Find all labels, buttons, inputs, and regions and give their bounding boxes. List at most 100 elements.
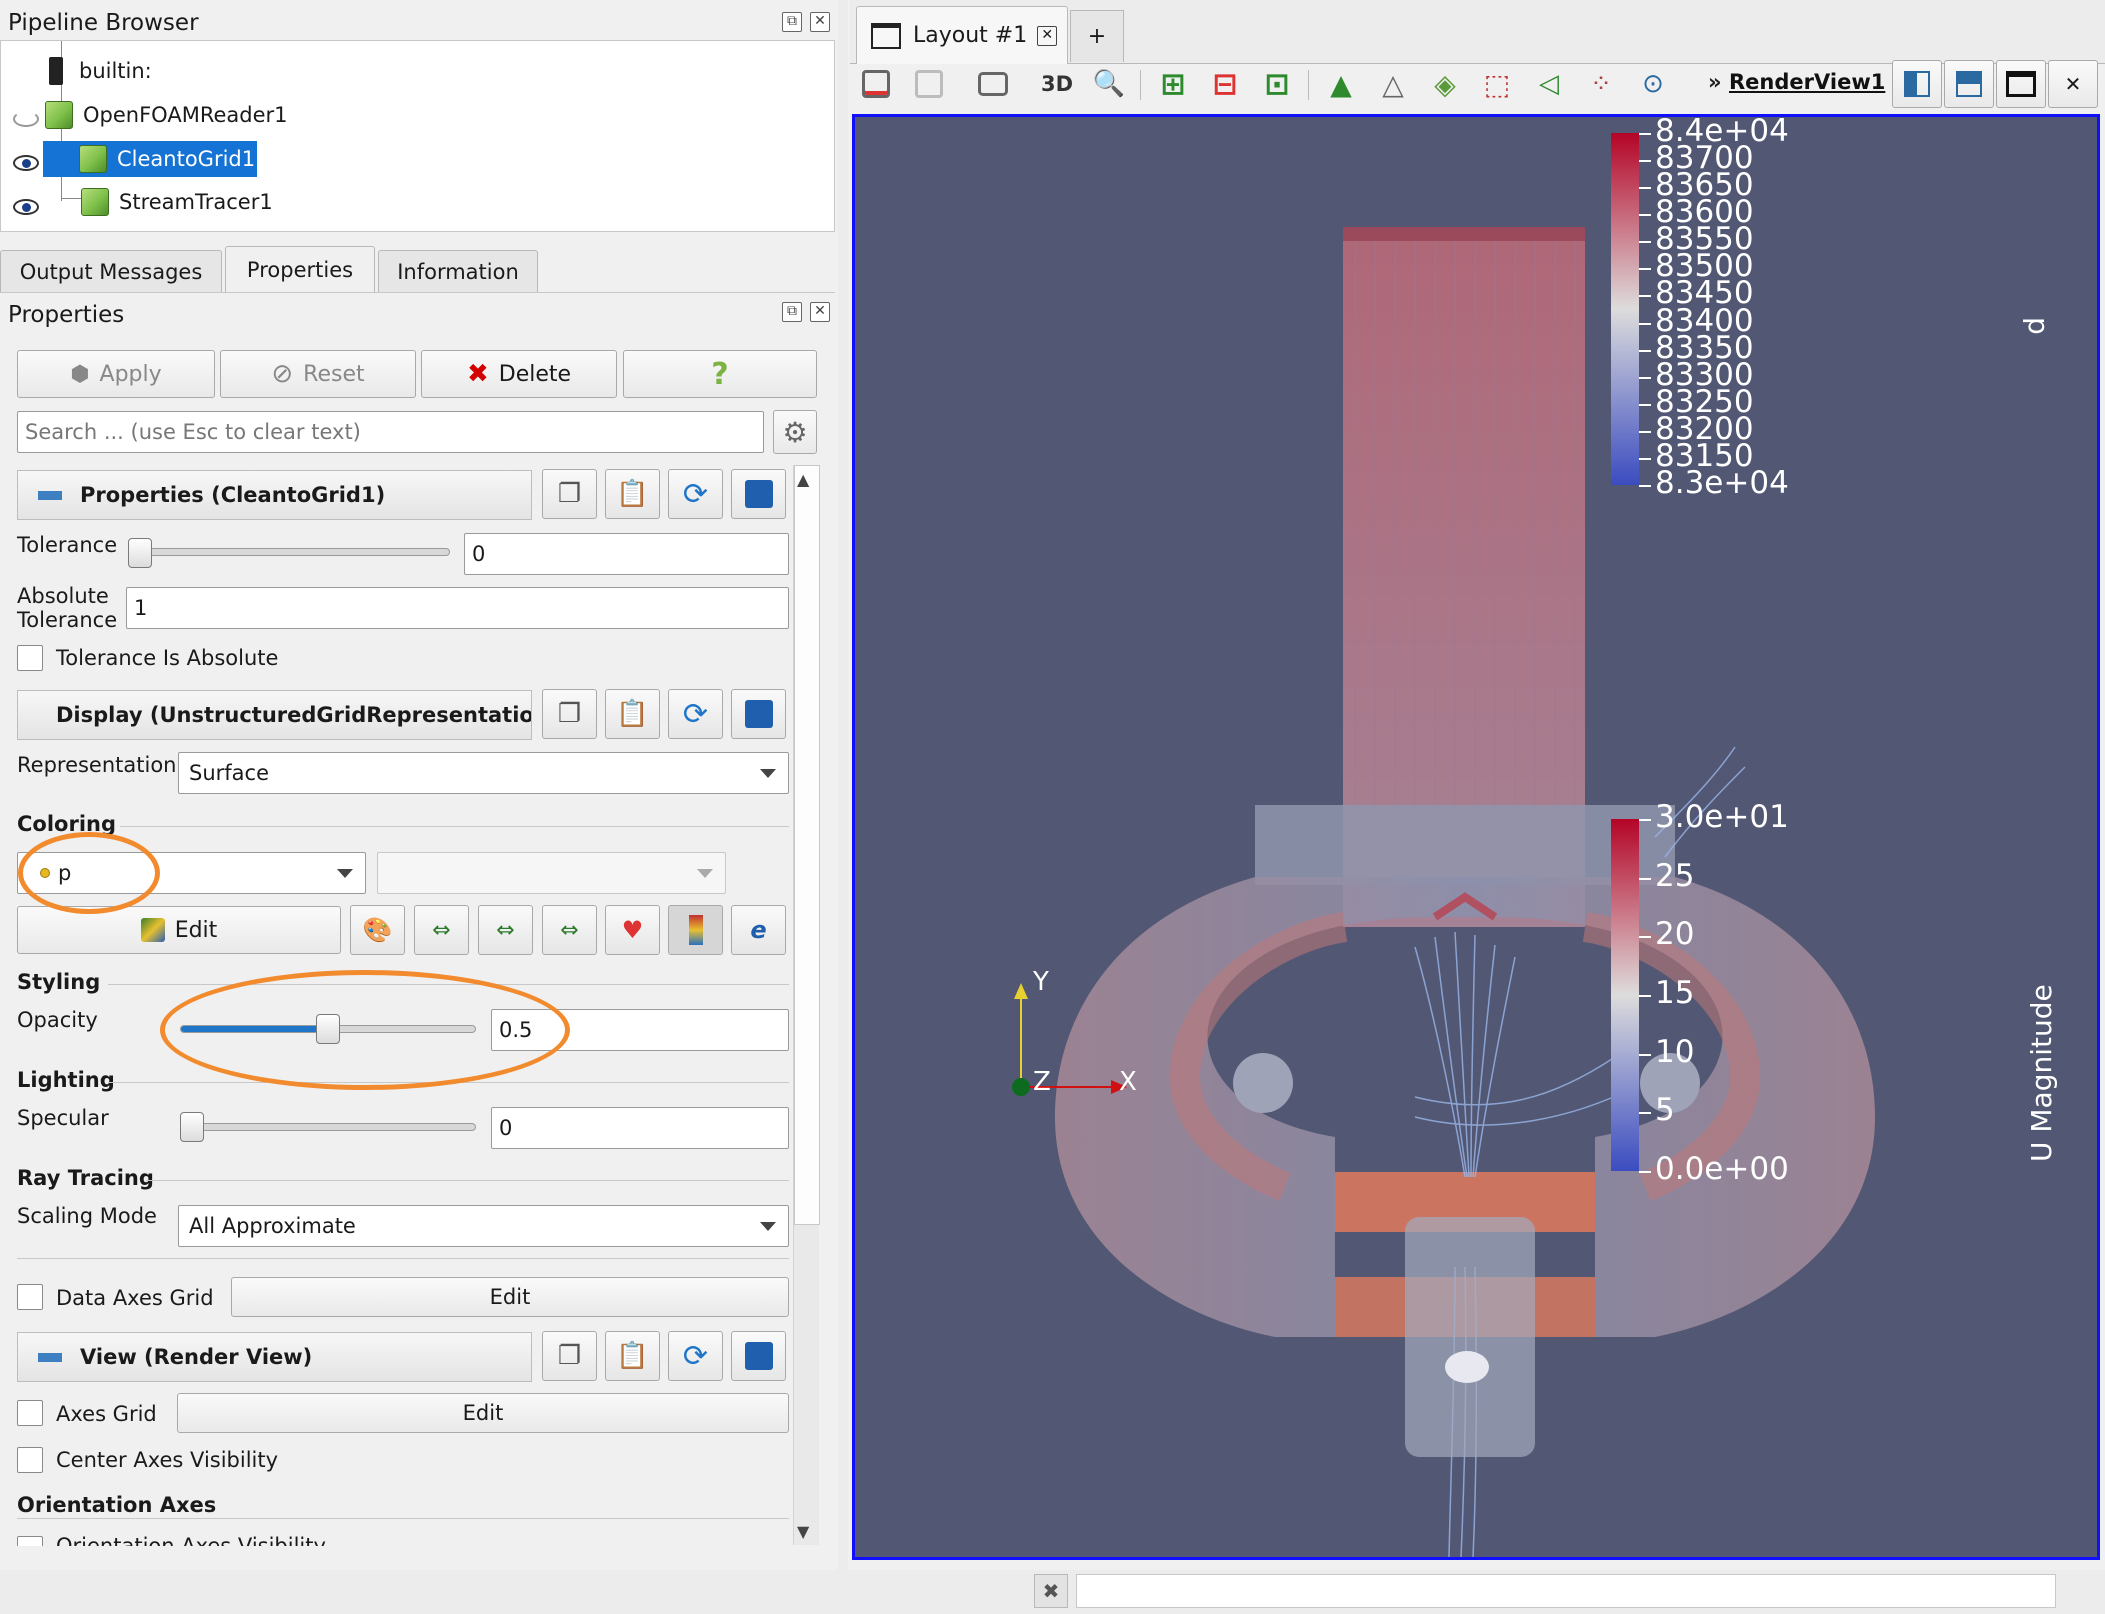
save-icon[interactable] (731, 469, 786, 519)
save-icon[interactable] (731, 1331, 786, 1381)
select-cells-icon[interactable]: ▲ (1322, 64, 1360, 104)
coloring-component-select[interactable] (377, 852, 726, 894)
render-scene[interactable] (855, 117, 2097, 1557)
tree-item-openfoamreader[interactable]: OpenFOAMReader1 (45, 97, 288, 133)
show-color-legend-icon[interactable] (668, 905, 723, 955)
split-horizontal-icon[interactable] (1892, 60, 1942, 108)
tolerance-is-absolute-checkbox[interactable] (17, 645, 43, 671)
rescale-data-range-icon[interactable]: ⇔ (414, 905, 469, 955)
tab-output-messages[interactable]: Output Messages (0, 250, 222, 292)
legend-tick-label: 5 (1655, 1092, 1675, 1129)
tree-item-builtin[interactable]: builtin: (49, 53, 152, 89)
specular-field[interactable]: 0 (491, 1107, 789, 1149)
specular-slider-track[interactable] (180, 1123, 476, 1131)
edit-color-legend-icon[interactable]: e (731, 905, 786, 955)
eye-visible-icon[interactable] (13, 155, 39, 171)
save-icon[interactable] (731, 689, 786, 739)
paste-icon[interactable]: 📋 (605, 689, 660, 739)
scroll-down-icon[interactable]: ▼ (797, 1522, 809, 1541)
data-axes-grid-checkbox[interactable] (17, 1284, 43, 1310)
close-panel-icon[interactable]: ✕ (810, 12, 830, 32)
tab-information[interactable]: Information (378, 250, 538, 292)
split-vertical-icon[interactable] (1944, 60, 1994, 108)
select-points-icon[interactable]: △ (1374, 64, 1412, 104)
scaling-mode-select[interactable]: All Approximate (178, 1205, 789, 1247)
paste-icon[interactable]: 📋 (605, 1331, 660, 1381)
select-frustum-icon[interactable]: ⊡ (1258, 64, 1296, 104)
copy-icon[interactable]: ❐ (542, 469, 597, 519)
tolerance-field[interactable]: 0 (464, 533, 789, 575)
render-view-label[interactable]: RenderView1 (1729, 70, 1885, 94)
zoom-to-box-icon[interactable]: 🔍 (1090, 64, 1128, 104)
interactive-select-icon[interactable]: ⁘ (1582, 64, 1620, 104)
section-view-header[interactable]: View (Render View) (17, 1332, 532, 1382)
close-tab-icon[interactable]: ✕ (1037, 25, 1058, 46)
refresh-icon[interactable]: ⟳ (668, 1331, 723, 1381)
render-view[interactable]: 8.4e+04 83700 83650 83600 83550 83500 83450 834… (852, 114, 2100, 1560)
center-axes-visibility-checkbox[interactable] (17, 1447, 43, 1473)
help-button[interactable]: ? (623, 350, 817, 398)
paste-icon[interactable]: 📋 (605, 469, 660, 519)
tolerance-slider-track[interactable] (130, 548, 450, 556)
raytracing-group-label: Ray Tracing (17, 1166, 154, 1190)
float-panel-icon[interactable]: ⧉ (782, 12, 802, 32)
delete-button[interactable]: ✖ Delete (421, 350, 617, 398)
search-input[interactable]: Search ... (use Esc to clear text) (17, 411, 764, 453)
reset-camera-icon[interactable] (857, 64, 895, 104)
styling-group-label: Styling (17, 970, 101, 994)
select-polygon-icon[interactable]: ◁ (1530, 64, 1568, 104)
tree-item-streamtracer[interactable]: StreamTracer1 (81, 184, 273, 220)
toggle-3d-button[interactable]: 3D (1038, 64, 1076, 104)
maximize-view-icon[interactable] (1996, 60, 2046, 108)
orientation-axes-visibility-checkbox[interactable] (17, 1536, 43, 1546)
section-properties-header[interactable]: Properties (CleantoGrid1) (17, 470, 532, 520)
axes-grid-edit-button[interactable]: Edit (177, 1393, 789, 1433)
eye-visible-icon[interactable] (13, 199, 39, 215)
select-cells-on-icon[interactable]: ⊞ (1154, 64, 1192, 104)
rescale-custom-range-icon[interactable]: ⇔ (478, 905, 533, 955)
refresh-icon[interactable]: ⟳ (668, 469, 723, 519)
float-panel-icon[interactable]: ⧉ (782, 302, 802, 322)
hover-points-icon[interactable]: ⊙ (1634, 64, 1672, 104)
copy-icon[interactable]: ❐ (542, 1331, 597, 1381)
select-points-on-icon[interactable]: ⊟ (1206, 64, 1244, 104)
legend-tick-mark (1639, 160, 1651, 163)
data-axes-grid-edit-button[interactable]: Edit (231, 1277, 789, 1317)
tab-layout-1[interactable]: Layout #1 ✕ (856, 6, 1068, 64)
pipeline-tree[interactable]: builtin: OpenFOAMReader1 CleantoGrid1 St… (0, 40, 835, 232)
reset-camera-closest-icon[interactable] (910, 64, 948, 104)
status-close-icon[interactable]: ✖ (1034, 1574, 1068, 1608)
choose-preset-icon[interactable]: 🎨 (350, 905, 405, 955)
absolute-tolerance-field[interactable]: 1 (126, 587, 789, 629)
tolerance-slider-thumb[interactable] (128, 538, 152, 568)
camera-screenshot-icon[interactable] (974, 64, 1012, 104)
legend-tick-mark (1639, 376, 1651, 379)
select-block-icon[interactable]: ◈ (1426, 64, 1464, 104)
eye-hidden-icon[interactable] (13, 111, 39, 127)
chevron-down-icon (697, 869, 713, 878)
close-panel-icon[interactable]: ✕ (810, 302, 830, 322)
properties-scrollbar[interactable] (793, 465, 820, 1545)
scroll-up-icon[interactable]: ▲ (797, 470, 809, 489)
data-axes-grid-label: Data Axes Grid (56, 1286, 214, 1310)
scrollbar-thumb[interactable] (794, 465, 820, 1225)
tree-item-cleantogrid[interactable]: CleantoGrid1 (43, 141, 257, 177)
add-layout-tab-button[interactable]: + (1070, 10, 1124, 62)
panel-splitter[interactable] (838, 0, 848, 1614)
rescale-temporal-range-icon[interactable]: ⇔ (542, 905, 597, 955)
apply-button[interactable]: ⬢ Apply (17, 350, 215, 398)
edit-colormap-button[interactable]: Edit (17, 906, 341, 954)
favorites-icon[interactable]: ♥ (605, 905, 660, 955)
refresh-icon[interactable]: ⟳ (668, 689, 723, 739)
orientation-axes-visibility-row[interactable]: Orientation Axes Visibility (0, 1532, 790, 1546)
representation-select[interactable]: Surface (178, 752, 789, 794)
specular-slider-thumb[interactable] (180, 1112, 204, 1142)
tab-properties[interactable]: Properties (225, 246, 375, 293)
axes-grid-checkbox[interactable] (17, 1400, 43, 1426)
gear-icon[interactable]: ⚙ (773, 410, 817, 454)
reset-button[interactable]: ⊘ Reset (220, 350, 416, 398)
select-frustum-cells-icon[interactable]: ⬚ (1478, 64, 1516, 104)
close-view-icon[interactable]: ✕ (2048, 60, 2098, 108)
copy-icon[interactable]: ❐ (542, 689, 597, 739)
section-display-header[interactable]: Display (UnstructuredGridRepresentation (17, 690, 532, 740)
